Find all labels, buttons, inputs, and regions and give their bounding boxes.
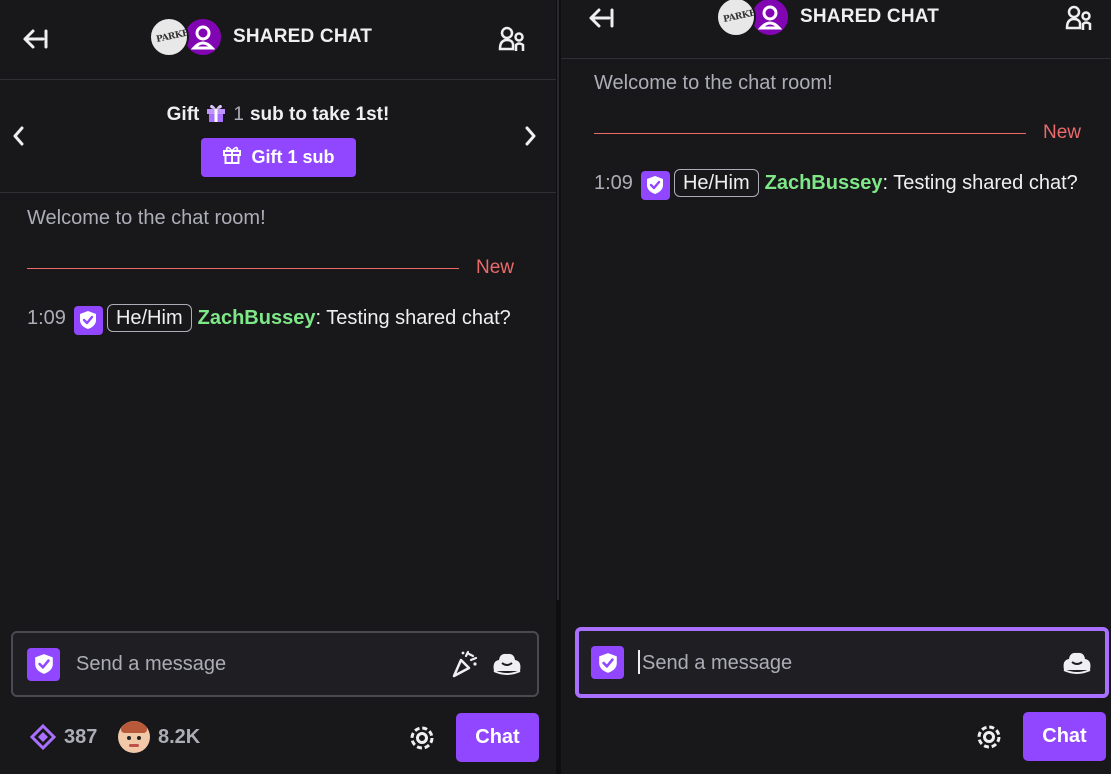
gift-button-label: Gift 1 sub	[251, 147, 335, 167]
channel-points[interactable]: 387	[30, 724, 97, 750]
splitter-line	[557, 0, 559, 600]
text-caret	[638, 650, 640, 674]
gift-text-after: sub to take 1st!	[249, 104, 390, 125]
gift-count: 1	[233, 104, 244, 125]
new-messages-divider: New	[27, 257, 527, 281]
gift-banner-title: Gift 1 sub to take 1st!	[0, 101, 556, 129]
message-colon: :	[315, 307, 327, 329]
pronoun-badge: He/Him	[673, 169, 759, 197]
chat-send-button[interactable]: Chat	[456, 713, 539, 762]
gift-icon	[222, 145, 242, 170]
verified-badge-icon[interactable]	[27, 647, 60, 681]
chat-panel-right: PARKER SHARED CHAT Welcome to the chat r…	[561, 0, 1111, 774]
community-users-icon[interactable]	[495, 21, 531, 57]
verified-badge-icon[interactable]	[640, 170, 670, 200]
settings-gear-icon[interactable]	[971, 719, 1007, 755]
divider-line	[594, 133, 1026, 134]
chat-panel-left: PARKER SHARED CHAT Gift 1 sub to take 1s…	[0, 0, 556, 774]
page-title: SHARED CHAT	[800, 6, 940, 27]
message-placeholder: Send a message	[642, 652, 793, 674]
message-timestamp: 1:09	[27, 307, 66, 329]
message-username[interactable]: ZachBussey	[765, 172, 883, 194]
chat-footer: Chat	[561, 710, 1111, 766]
message-text: Testing shared chat?	[893, 172, 1078, 194]
verified-badge-icon[interactable]	[73, 305, 103, 335]
new-label: New	[1043, 122, 1082, 143]
gift-sub-button[interactable]: Gift 1 sub	[201, 138, 356, 177]
settings-gear-icon[interactable]	[404, 720, 440, 756]
pronoun-badge: He/Him	[106, 304, 192, 332]
message-input[interactable]: Send a message	[575, 627, 1109, 698]
message-timestamp: 1:09	[594, 172, 633, 194]
verified-badge-icon[interactable]	[591, 646, 624, 679]
points-count: 387	[64, 725, 98, 748]
welcome-message: Welcome to the chat room!	[594, 72, 833, 94]
shared-chat-title: PARKER SHARED CHAT	[149, 17, 372, 57]
viewer-count: 8.2K	[118, 721, 200, 753]
avatar-user-icon	[750, 0, 790, 37]
collapse-arrow-icon[interactable]	[17, 21, 53, 57]
chat-footer: 387 8.2K Chat	[0, 710, 556, 766]
avatar: PARKER	[149, 17, 189, 57]
welcome-message: Welcome to the chat room!	[27, 207, 266, 229]
message-text: Testing shared chat?	[326, 307, 511, 329]
channel-points-icon	[30, 724, 56, 750]
chat-header: PARKER SHARED CHAT	[561, 0, 1111, 59]
message-placeholder-wrap: Send a message	[638, 650, 1059, 675]
viewer-avatar-icon	[118, 721, 150, 753]
gift-box-icon	[205, 101, 227, 129]
chat-send-button[interactable]: Chat	[1023, 712, 1106, 761]
new-label: New	[476, 257, 515, 278]
divider-line	[27, 268, 459, 269]
party-popper-icon[interactable]	[447, 646, 483, 682]
chat-message: 1:09 He/Him ZachBussey: Testing shared cha…	[594, 166, 1094, 200]
page-title: SHARED CHAT	[233, 26, 373, 47]
chat-header: PARKER SHARED CHAT	[0, 0, 556, 80]
shared-chat-title: PARKER SHARED CHAT	[716, 0, 939, 37]
message-colon: :	[882, 172, 894, 194]
gift-text-before: Gift	[166, 104, 200, 125]
collapse-arrow-icon[interactable]	[583, 0, 619, 36]
message-placeholder: Send a message	[76, 652, 227, 675]
community-users-icon[interactable]	[1062, 0, 1098, 36]
chat-message: 1:09 He/Him ZachBussey: Testing shared cha…	[27, 301, 527, 335]
avatar-user-icon	[183, 17, 223, 57]
message-input[interactable]: Send a message	[11, 631, 539, 697]
viewer-count-value: 8.2K	[158, 725, 201, 748]
avatar: PARKER	[716, 0, 756, 37]
message-username[interactable]: ZachBussey	[198, 307, 316, 329]
chevron-right-icon[interactable]	[519, 120, 543, 152]
emote-picker-icon[interactable]	[489, 646, 525, 682]
emote-picker-icon[interactable]	[1059, 645, 1095, 681]
new-messages-divider: New	[594, 122, 1094, 146]
